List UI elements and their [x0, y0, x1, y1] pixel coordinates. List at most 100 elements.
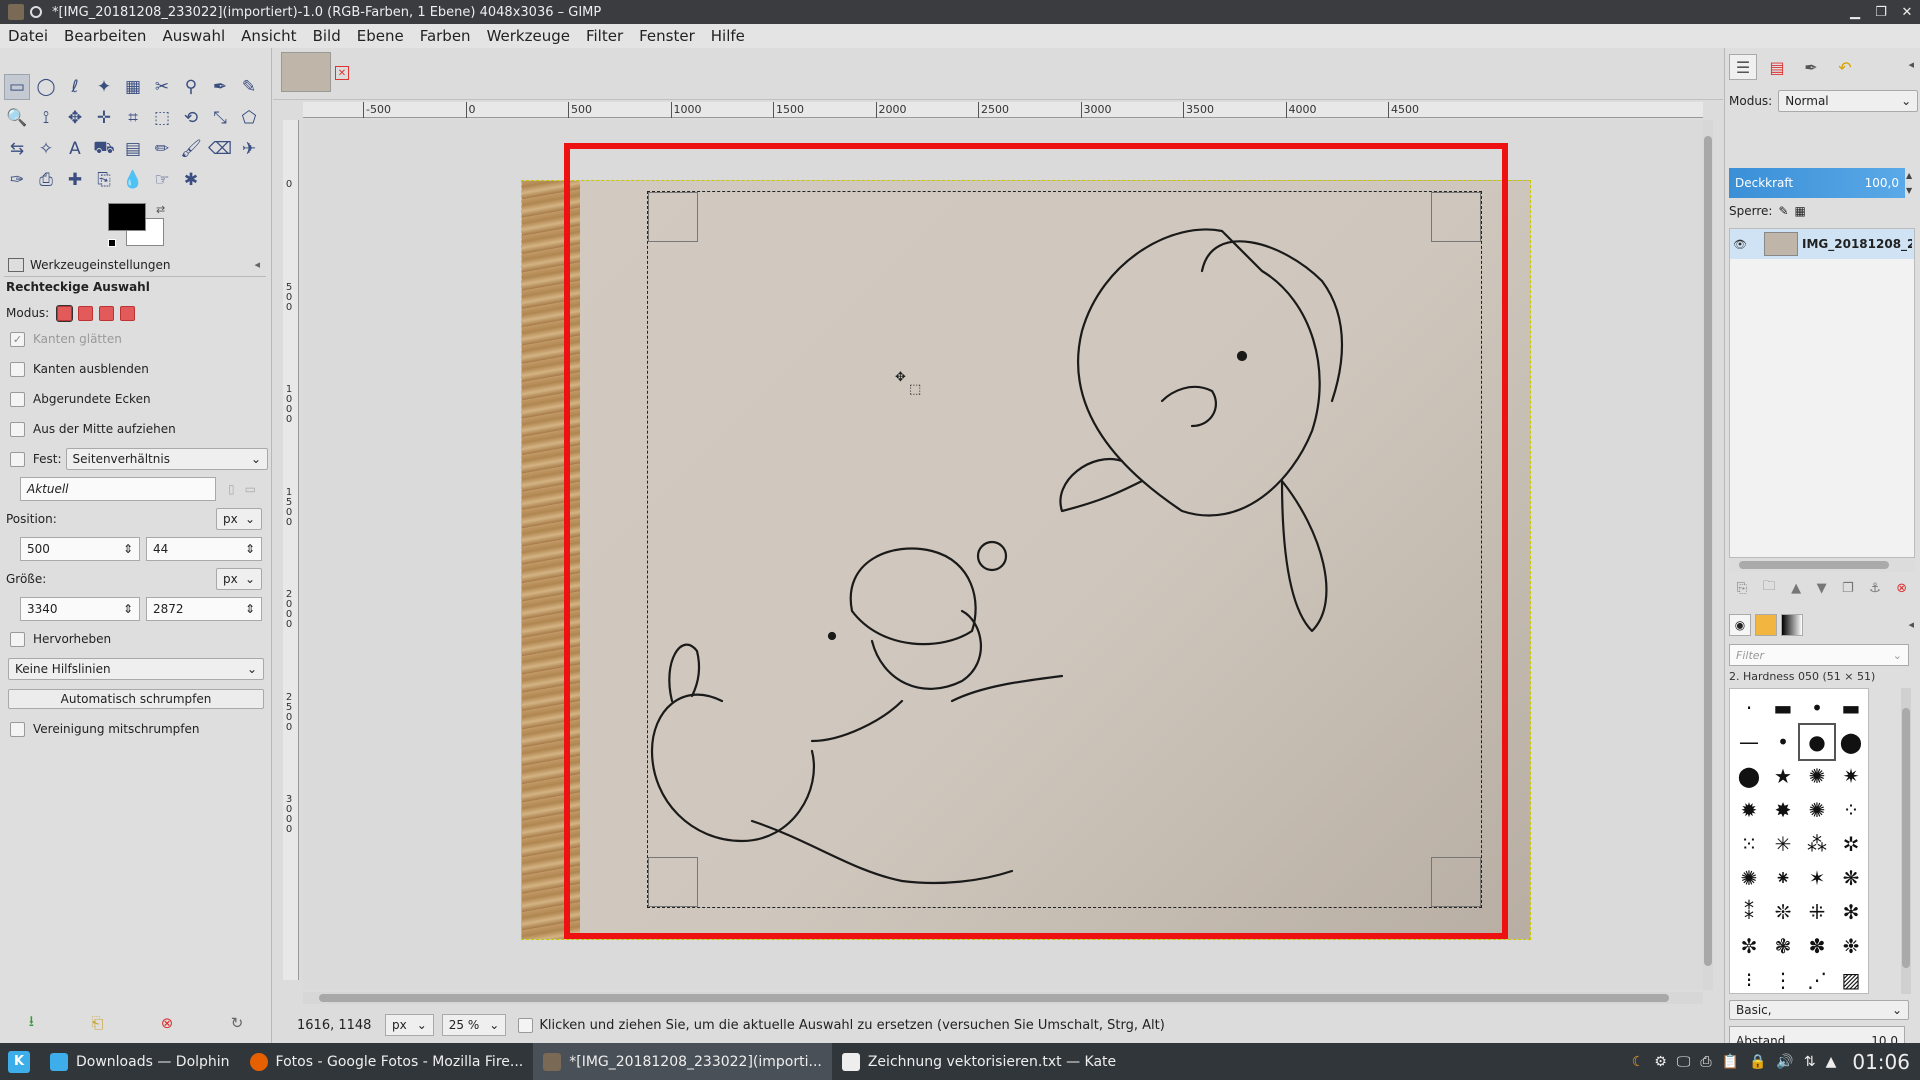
portrait-icon[interactable]: ▯	[228, 482, 235, 496]
brush-preset-icon[interactable]: ⁕	[1766, 861, 1800, 895]
menu-auswahl[interactable]: Auswahl	[154, 27, 233, 45]
mode-replace-button[interactable]	[56, 304, 74, 322]
brush-preset-icon[interactable]: ●	[1798, 723, 1836, 761]
size-h-input[interactable]: 2872 ⇕	[146, 597, 262, 621]
night-color-icon[interactable]: ☾	[1632, 1054, 1645, 1070]
zoom-tool-icon[interactable]: 🔍	[4, 105, 30, 131]
spin-arrows-icon[interactable]: ⇕	[123, 542, 133, 556]
tray-expand-icon[interactable]: ▲	[1826, 1054, 1837, 1070]
brush-preset-icon[interactable]: ⁂	[1800, 827, 1834, 861]
brush-preset-icon[interactable]: ✻	[1834, 895, 1868, 929]
smudge-tool-icon[interactable]: ☞	[149, 167, 175, 193]
dodge-burn-tool-icon[interactable]: ✱	[178, 167, 204, 193]
undo-history-tab-icon[interactable]: ↶	[1831, 54, 1859, 80]
ellipse-select-tool-icon[interactable]: ◯	[33, 74, 59, 100]
vertical-scrollbar[interactable]	[1703, 120, 1713, 990]
brush-preset-icon[interactable]: ✹	[1732, 793, 1766, 827]
brush-preset-icon[interactable]: —	[1732, 725, 1766, 759]
menu-bild[interactable]: Bild	[305, 27, 349, 45]
menu-ebene[interactable]: Ebene	[349, 27, 412, 45]
layers-scrollbar-thumb[interactable]	[1739, 561, 1889, 569]
heal-tool-icon[interactable]: ✚	[62, 167, 88, 193]
paths-tool-icon[interactable]: ✒	[207, 74, 233, 100]
mode-intersect-button[interactable]	[120, 305, 136, 321]
brush-preset-icon[interactable]: ✳	[1766, 827, 1800, 861]
menu-filter[interactable]: Filter	[578, 27, 631, 45]
brush-preset-icon[interactable]: ✺	[1800, 759, 1834, 793]
rotate-tool-icon[interactable]: ⟲	[178, 105, 204, 131]
app-launcher-icon[interactable]: K	[8, 1050, 30, 1073]
foreground-select-tool-icon[interactable]: ⚲	[178, 74, 204, 100]
fixed-select[interactable]: Seitenverhältnis ⌄	[65, 448, 268, 470]
layer-row[interactable]: 👁 IMG_20181208_2	[1730, 229, 1914, 259]
measure-tool-icon[interactable]: ⟟	[33, 105, 59, 131]
brush-scrollbar[interactable]	[1901, 688, 1911, 994]
rect-select-tool-icon[interactable]: ▭	[4, 74, 30, 100]
brush-filter-input[interactable]: Filter ⌄	[1729, 644, 1909, 666]
foreground-color-swatch[interactable]	[108, 203, 146, 231]
perspective-tool-icon[interactable]: ⬠	[236, 105, 262, 131]
brush-preset-icon[interactable]: ❋	[1834, 861, 1868, 895]
airbrush-tool-icon[interactable]: ✈	[236, 136, 262, 162]
mode-add-button[interactable]	[78, 305, 94, 321]
opacity-spin-icon[interactable]: ▲ ▼	[1906, 168, 1916, 198]
brush-preset-icon[interactable]: ⋰	[1800, 963, 1834, 997]
autoshrink-button[interactable]: Automatisch schrumpfen	[8, 689, 264, 709]
blur-tool-icon[interactable]: 💧	[120, 167, 146, 193]
brush-preset-icon[interactable]: ▨	[1834, 963, 1868, 997]
volume-icon[interactable]: 🔊	[1776, 1054, 1793, 1070]
brush-preset-icon[interactable]: ✺	[1800, 793, 1834, 827]
tool-options-tab[interactable]: Werkzeugeinstellungen ◂	[4, 253, 266, 277]
menu-fenster[interactable]: Fenster	[631, 27, 703, 45]
paths-tab-icon[interactable]: ✒	[1797, 54, 1825, 80]
image-view[interactable]: ✥ ⬚	[303, 120, 1703, 990]
menu-bearbeiten[interactable]: Bearbeiten	[56, 27, 154, 45]
aspect-input[interactable]: Aktuell	[20, 477, 216, 501]
move-tool-icon[interactable]: ✥	[62, 105, 88, 131]
color-picker-tool-icon[interactable]: ✎	[236, 74, 262, 100]
brush-preset-icon[interactable]: ✽	[1800, 929, 1834, 963]
task-firefox[interactable]: Fotos - Google Fotos - Mozilla Fire...	[240, 1043, 534, 1080]
brush-preset-icon[interactable]: ⁑	[1732, 895, 1766, 929]
bucket-fill-tool-icon[interactable]: ⛟	[91, 136, 117, 162]
vertical-ruler[interactable]: 0 5 0 0 1 0 0 0 1 5 0 0 2 0 0 0 2 5 0 0 3 0 0 …	[283, 120, 299, 980]
restore-options-icon[interactable]: ⎗	[91, 1014, 103, 1032]
brush-preset-icon[interactable]: ❊	[1766, 895, 1800, 929]
fixed-checkbox[interactable]	[10, 451, 25, 467]
image-tab-thumbnail[interactable]	[281, 52, 331, 92]
clipboard-icon[interactable]: 📋	[1722, 1054, 1739, 1070]
brush-preset-icon[interactable]: ✲	[1834, 827, 1868, 861]
network-icon[interactable]: ⇅	[1804, 1054, 1816, 1070]
position-unit-select[interactable]: px ⌄	[216, 508, 262, 530]
patterns-tab-icon[interactable]	[1755, 614, 1777, 636]
pin-icon[interactable]	[30, 6, 42, 18]
size-w-input[interactable]: 3340 ⇕	[20, 597, 140, 621]
rounded-checkbox[interactable]	[10, 391, 25, 407]
brush-preset-icon[interactable]: ▬	[1766, 691, 1800, 725]
reset-options-icon[interactable]: ↻	[231, 1014, 244, 1032]
expand-center-checkbox[interactable]	[10, 421, 25, 437]
close-window-button[interactable]: ✕	[1894, 0, 1920, 24]
delete-options-icon[interactable]: ⊗	[161, 1014, 174, 1032]
lock-pixels-icon[interactable]: ✎	[1778, 204, 1788, 218]
new-group-icon[interactable]: 🗀	[1763, 577, 1776, 599]
crop-tool-icon[interactable]: ⌗	[120, 105, 146, 131]
task-dolphin[interactable]: Downloads — Dolphin	[40, 1043, 240, 1080]
perspective-clone-tool-icon[interactable]: ⎘	[91, 167, 117, 193]
task-kate[interactable]: Zeichnung vektorisieren.txt — Kate	[832, 1043, 1126, 1080]
brush-preset-icon[interactable]: ❃	[1766, 929, 1800, 963]
horizontal-scrollbar-thumb[interactable]	[319, 994, 1669, 1002]
menu-hilfe[interactable]: Hilfe	[703, 27, 753, 45]
brush-preset-icon[interactable]: ✷	[1834, 759, 1868, 793]
gradients-tab-icon[interactable]	[1781, 614, 1803, 636]
text-tool-icon[interactable]: A	[62, 136, 88, 162]
brushes-tab-icon[interactable]: ◉	[1729, 614, 1751, 636]
brush-preset-icon[interactable]: •	[1800, 691, 1834, 725]
close-icon[interactable]: ✕	[335, 66, 349, 80]
lock-alpha-icon[interactable]: ▦	[1795, 204, 1806, 218]
brush-preset-icon[interactable]: ✼	[1732, 929, 1766, 963]
brush-preset-icon[interactable]: ✸	[1766, 793, 1800, 827]
feather-checkbox[interactable]	[10, 361, 25, 377]
spin-arrows-icon[interactable]: ⇕	[245, 602, 255, 616]
antialias-checkbox[interactable]: ✓	[10, 331, 25, 347]
